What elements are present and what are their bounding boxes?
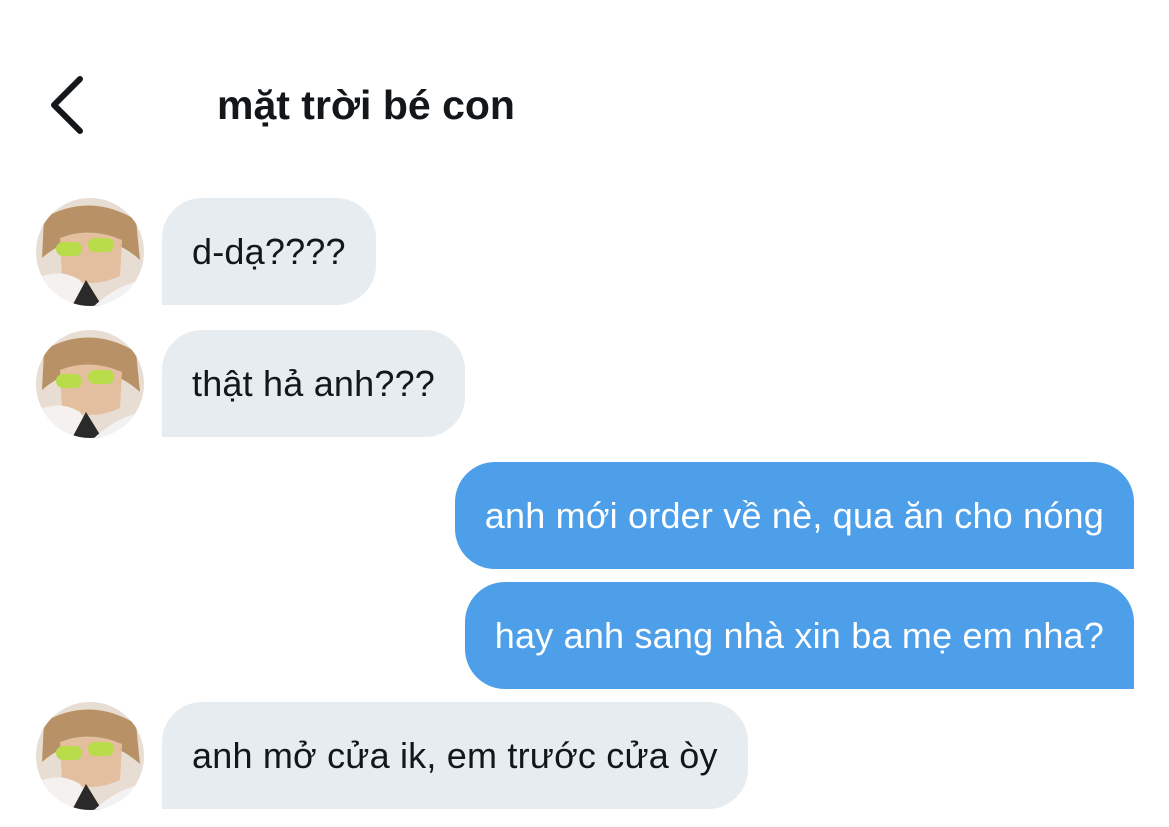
message-bubble-received[interactable]: anh mở cửa ik, em trước cửa òy: [162, 702, 748, 809]
message-bubble-sent[interactable]: hay anh sang nhà xin ba mẹ em nha?: [464, 582, 1134, 689]
message-bubble-sent[interactable]: anh mới order về nè, qua ăn cho nóng: [454, 462, 1134, 569]
contact-avatar[interactable]: [36, 702, 144, 810]
dm-conversation-screen: mặt trời bé con d-dạ???? thật hả anh??? …: [0, 0, 1169, 827]
contact-avatar[interactable]: [36, 330, 144, 438]
message-text: anh mới order về nè, qua ăn cho nóng: [484, 494, 1104, 536]
back-button[interactable]: [44, 70, 94, 140]
message-text: d-dạ????: [192, 230, 346, 272]
message-text: thật hả anh???: [192, 362, 436, 404]
message-bubble-received[interactable]: d-dạ????: [162, 198, 376, 305]
contact-avatar[interactable]: [36, 198, 144, 306]
message-bubble-received[interactable]: thật hả anh???: [162, 330, 466, 437]
chat-title: mặt trời bé con: [217, 82, 515, 128]
chevron-left-icon: [51, 76, 83, 134]
message-text: hay anh sang nhà xin ba mẹ em nha?: [494, 614, 1104, 656]
message-text: anh mở cửa ik, em trước cửa òy: [192, 734, 718, 776]
